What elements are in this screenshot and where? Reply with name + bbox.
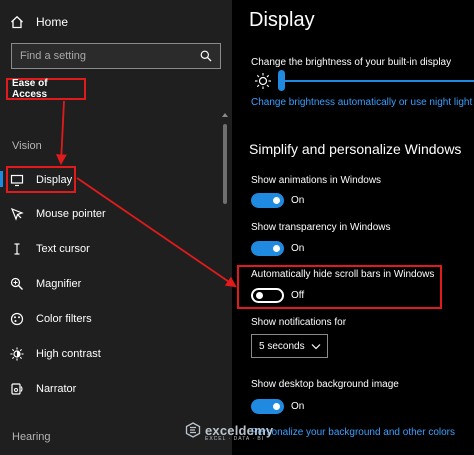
exceldemy-watermark: exceldemy EXCEL · DATA · BI (185, 417, 273, 443)
notifications-setting-label: Show notifications for (251, 317, 347, 328)
night-light-link[interactable]: Change brightness automatically or use n… (251, 97, 472, 108)
watermark-tagline: EXCEL · DATA · BI (205, 436, 265, 442)
toggle-knob (273, 403, 280, 410)
magnifier-icon (10, 277, 23, 290)
settings-sidebar: Home Ease of Access Vision Display Mouse… (0, 0, 232, 455)
toggle-knob (256, 292, 263, 299)
home-nav-item[interactable]: Home (10, 12, 68, 32)
scrollbars-setting-label: Automatically hide scroll bars in Window… (251, 269, 435, 280)
selected-indicator (0, 171, 3, 187)
transparency-toggle-state: On (291, 243, 305, 254)
background-toggle-state: On (291, 401, 305, 412)
personalize-link[interactable]: Personalize your background and other co… (251, 427, 455, 438)
chevron-down-icon (311, 344, 321, 350)
display-highlight-box (6, 166, 76, 193)
toggle-knob (273, 197, 280, 204)
sidebar-scrollbar-thumb[interactable] (223, 124, 227, 204)
background-toggle[interactable] (251, 399, 284, 414)
search-icon[interactable] (200, 50, 212, 62)
sidebar-item-magnifier[interactable]: Magnifier (10, 272, 81, 296)
sidebar-item-high-contrast[interactable]: High contrast (10, 342, 101, 366)
exceldemy-logo-icon (185, 422, 201, 438)
color-filters-icon (10, 312, 24, 326)
scrollbars-toggle-state: Off (291, 290, 305, 301)
sidebar-item-label: Color filters (36, 313, 92, 325)
home-label: Home (36, 15, 69, 29)
section-label-hearing: Hearing (12, 431, 51, 443)
animations-toggle[interactable] (251, 193, 284, 208)
brightness-label: Change the brightness of your built-in d… (251, 57, 452, 68)
sidebar-item-label: Mouse pointer (36, 208, 106, 220)
sidebar-item-label: High contrast (36, 348, 101, 360)
sidebar-item-narrator[interactable]: Narrator (10, 377, 76, 401)
notifications-duration-select[interactable]: 5 seconds (251, 334, 328, 358)
toggle-knob (273, 245, 280, 252)
narrator-icon (11, 383, 23, 395)
search-input[interactable] (20, 50, 190, 62)
search-box[interactable] (11, 43, 221, 69)
sidebar-item-label: Magnifier (36, 278, 82, 290)
transparency-setting-label: Show transparency in Windows (251, 222, 391, 233)
home-icon (11, 15, 23, 29)
brightness-slider-thumb[interactable] (278, 70, 285, 91)
sidebar-item-text-cursor[interactable]: Text cursor (10, 237, 90, 261)
animations-setting-label: Show animations in Windows (251, 175, 382, 186)
sidebar-item-mouse-pointer[interactable]: Mouse pointer (10, 202, 106, 226)
notifications-duration-value: 5 seconds (259, 340, 305, 352)
sidebar-item-color-filters[interactable]: Color filters (10, 307, 92, 331)
high-contrast-icon (10, 347, 24, 361)
transparency-toggle[interactable] (251, 241, 284, 256)
category-ease-of-access: Ease of Access (6, 78, 86, 100)
page-title: Display (249, 9, 315, 31)
sun-icon (255, 73, 271, 89)
scrollbar-up-arrow-icon[interactable] (222, 113, 228, 117)
display-settings-panel: Display Change the brightness of your bu… (232, 0, 474, 455)
background-setting-label: Show desktop background image (251, 379, 399, 390)
mouse-pointer-icon (10, 207, 24, 221)
sidebar-item-label: Text cursor (36, 243, 90, 255)
sidebar-item-label: Narrator (36, 383, 77, 395)
text-cursor-icon (14, 243, 20, 255)
section-heading: Simplify and personalize Windows (249, 141, 462, 157)
scrollbars-toggle[interactable] (251, 288, 284, 303)
section-label-vision: Vision (12, 140, 42, 152)
animations-toggle-state: On (291, 195, 305, 206)
brightness-slider-track[interactable] (280, 80, 474, 82)
